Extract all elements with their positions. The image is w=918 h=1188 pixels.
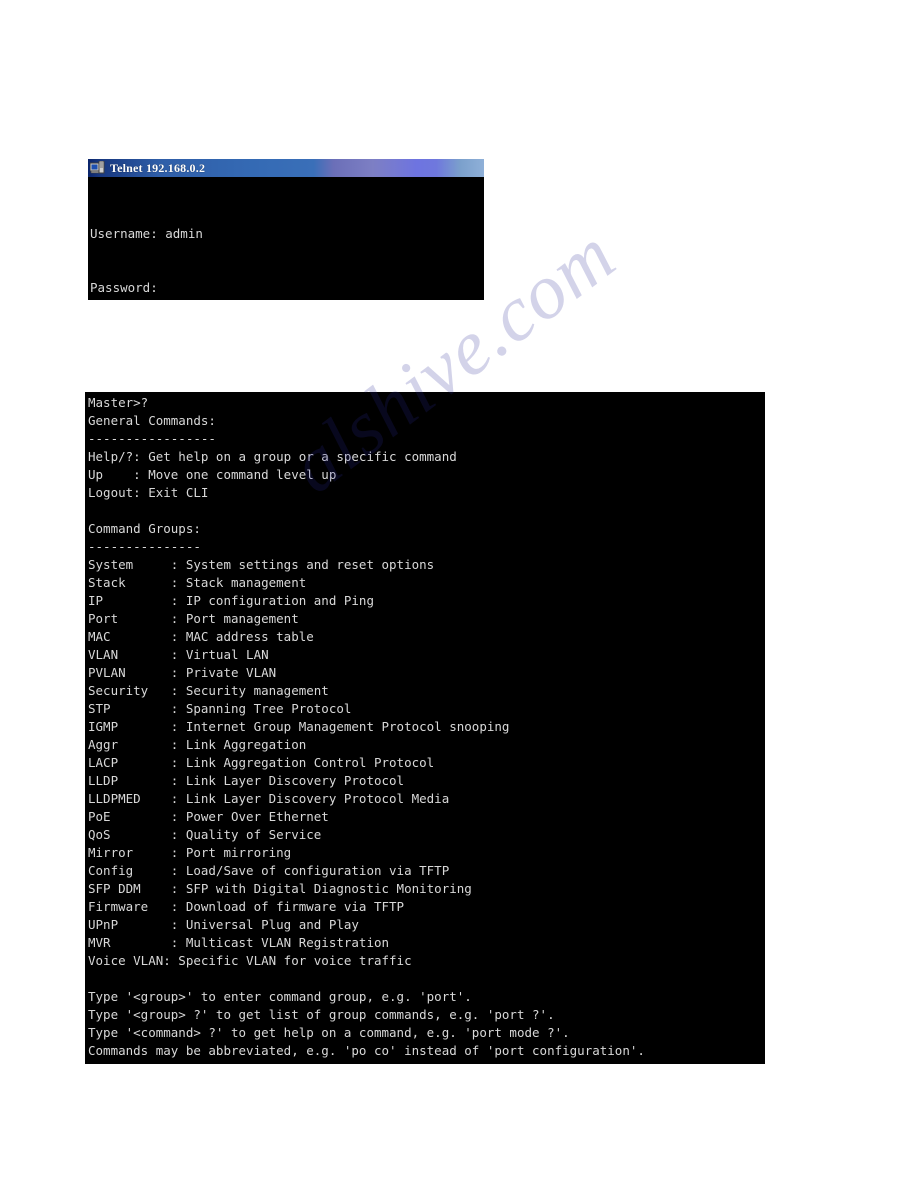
telnet-computer-icon bbox=[89, 160, 105, 175]
terminal-line: Username: admin bbox=[90, 226, 203, 241]
telnet-terminal-output: Username: admin Password: Login in progr… bbox=[88, 177, 484, 300]
general-command-line: Logout: Exit CLI bbox=[88, 485, 209, 500]
command-group-line: SFP DDM : SFP with Digital Diagnostic Mo… bbox=[88, 881, 472, 896]
console-footer-line: Type '<group> ?' to get list of group co… bbox=[88, 1007, 555, 1022]
command-group-line: Stack : Stack management bbox=[88, 575, 307, 590]
command-group-line: IGMP : Internet Group Management Protoco… bbox=[88, 719, 510, 734]
cli-console-output: Master>? General Commands: -------------… bbox=[85, 392, 765, 1064]
command-group-line: Port : Port management bbox=[88, 611, 299, 626]
command-group-line: IP : IP configuration and Ping bbox=[88, 593, 374, 608]
command-group-line: LLDPMED : Link Layer Discovery Protocol … bbox=[88, 791, 450, 806]
command-groups-rule: --------------- bbox=[88, 539, 201, 554]
command-group-line: LACP : Link Aggregation Control Protocol bbox=[88, 755, 435, 770]
terminal-line: Password: bbox=[90, 280, 158, 295]
command-group-line: UPnP : Universal Plug and Play bbox=[88, 917, 359, 932]
command-group-line: Voice VLAN: Specific VLAN for voice traf… bbox=[88, 953, 412, 968]
console-footer-line: Type '<command> ?' to get help on a comm… bbox=[88, 1025, 570, 1040]
general-command-line: Up : Move one command level up bbox=[88, 467, 337, 482]
command-group-line: System : System settings and reset optio… bbox=[88, 557, 435, 572]
telnet-titlebar[interactable]: Telnet 192.168.0.2 bbox=[88, 159, 484, 177]
general-commands-header: General Commands: bbox=[88, 413, 216, 428]
command-group-line: PoE : Power Over Ethernet bbox=[88, 809, 329, 824]
general-command-line: Help/?: Get help on a group or a specifi… bbox=[88, 449, 457, 464]
command-group-line: Aggr : Link Aggregation bbox=[88, 737, 307, 752]
console-footer-line: Commands may be abbreviated, e.g. 'po co… bbox=[88, 1043, 645, 1058]
command-group-line: MAC : MAC address table bbox=[88, 629, 314, 644]
command-group-line: STP : Spanning Tree Protocol bbox=[88, 701, 352, 716]
command-group-line: QoS : Quality of Service bbox=[88, 827, 322, 842]
command-groups-header: Command Groups: bbox=[88, 521, 201, 536]
general-commands-rule: ----------------- bbox=[88, 431, 216, 446]
console-footer-line: Type '<group>' to enter command group, e… bbox=[88, 989, 472, 1004]
telnet-window: Telnet 192.168.0.2 Username: admin Passw… bbox=[88, 159, 484, 300]
command-group-line: MVR : Multicast VLAN Registration bbox=[88, 935, 390, 950]
telnet-window-title: Telnet 192.168.0.2 bbox=[110, 160, 206, 175]
command-group-line: Firmware : Download of firmware via TFTP bbox=[88, 899, 405, 914]
command-group-line: PVLAN : Private VLAN bbox=[88, 665, 277, 680]
console-prompt-line: Master>? bbox=[88, 395, 149, 410]
command-group-line: VLAN : Virtual LAN bbox=[88, 647, 269, 662]
command-group-line: LLDP : Link Layer Discovery Protocol bbox=[88, 773, 405, 788]
command-group-line: Config : Load/Save of configuration via … bbox=[88, 863, 450, 878]
command-group-line: Mirror : Port mirroring bbox=[88, 845, 292, 860]
command-group-line: Security : Security management bbox=[88, 683, 329, 698]
